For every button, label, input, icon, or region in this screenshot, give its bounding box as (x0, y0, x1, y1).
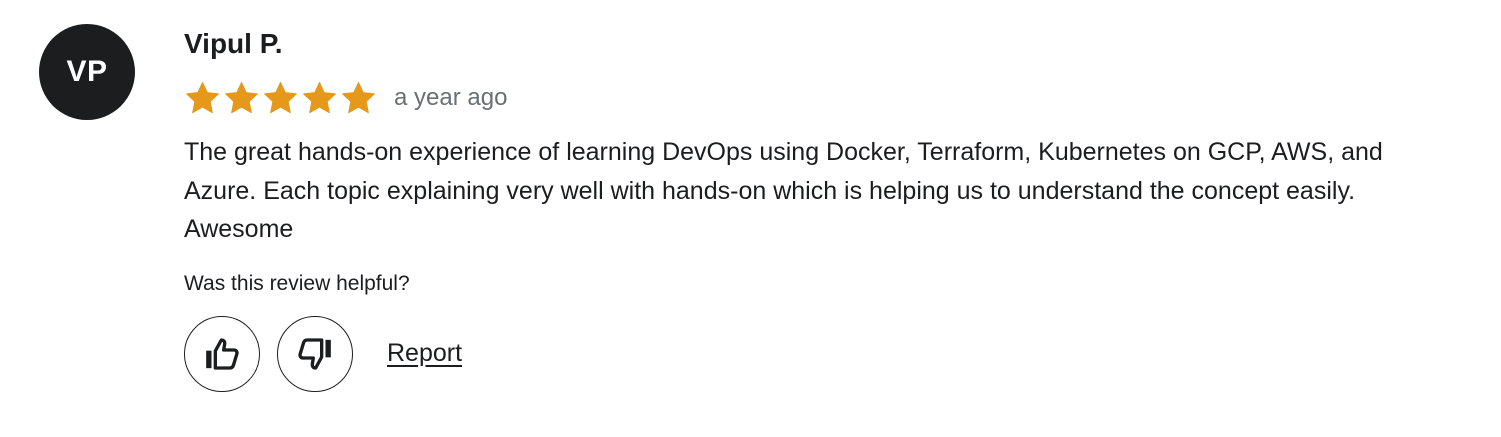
review-text: The great hands-on experience of learnin… (184, 138, 1383, 243)
star-rating (184, 80, 377, 117)
thumbs-down-button[interactable] (277, 315, 353, 392)
thumbs-up-icon (206, 337, 239, 370)
star-icon (342, 81, 375, 113)
helpful-question: Was this review helpful? (184, 271, 410, 295)
report-link[interactable]: Report (387, 339, 462, 368)
review-card: VP Vipul P. a year ago The great hands-o… (0, 0, 1501, 437)
reviewer-name: Vipul P. (184, 28, 283, 59)
star-icon (264, 81, 297, 113)
review-time: a year ago (394, 84, 508, 111)
avatar: VP (39, 24, 135, 120)
star-icon (303, 81, 336, 113)
rating-row: a year ago (184, 78, 1474, 118)
thumbs-down-icon (298, 337, 331, 370)
avatar-initials: VP (66, 55, 108, 88)
review-actions: Report (184, 315, 1474, 392)
star-icon (186, 81, 219, 113)
star-icon (225, 81, 258, 113)
review-content: Vipul P. a year ago The great hands-on e… (184, 24, 1474, 392)
thumbs-up-button[interactable] (184, 315, 260, 392)
